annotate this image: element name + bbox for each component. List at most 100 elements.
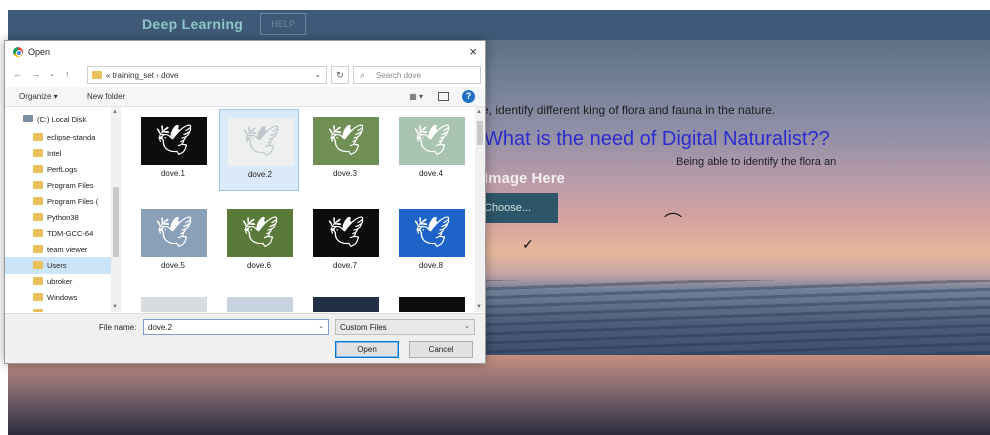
search-placeholder: Search dove	[376, 71, 421, 80]
file-item[interactable]: 🕊 dove.1	[133, 109, 213, 191]
breadcrumb[interactable]: « training_set › dove	[106, 71, 179, 80]
drive-icon	[23, 115, 33, 122]
preview-pane-icon[interactable]	[438, 92, 449, 101]
nav-item-label: sserver	[47, 309, 72, 312]
image-thumbnail	[399, 297, 465, 312]
nav-item-folder[interactable]: Intel	[5, 145, 111, 162]
file-type-select[interactable]: Custom Files ⌄	[335, 319, 475, 335]
refresh-button[interactable]: ↻	[331, 66, 349, 84]
file-list: 🕊 dove.1 🕊 dove.2 🕊 dove.3 🕊 dove.4 🕊 dove.5 🕊 dove…	[127, 107, 475, 312]
image-thumbnail	[313, 297, 379, 312]
file-item[interactable]: 🕊 dove.3	[305, 109, 385, 191]
search-icon: ⌕	[360, 70, 366, 80]
open-file-dialog: Open × ← → ⌄ ↑ « training_set › dove ⌄ ↻…	[4, 40, 486, 364]
open-button[interactable]: Open	[335, 341, 399, 358]
nav-item-folder[interactable]: eclipse-standa	[5, 129, 111, 146]
nav-item-folder[interactable]: TDM-GCC-64	[5, 225, 111, 242]
file-item[interactable]: 🕊 dove.6	[219, 201, 299, 283]
file-scrollbar[interactable]: ▲ ▼	[475, 107, 485, 312]
dialog-title: Open	[28, 47, 51, 57]
nav-item-label: (C:) Local Disk	[37, 115, 87, 124]
dove-icon: 🕊	[241, 125, 281, 158]
nav-item-folder[interactable]: PerfLogs	[5, 161, 111, 178]
file-name: dove.7	[332, 261, 358, 270]
folder-icon	[33, 181, 43, 189]
nav-item-label: Users	[47, 261, 67, 270]
file-name: dove.4	[418, 169, 444, 178]
scroll-up-icon[interactable]: ▲	[112, 109, 118, 115]
organize-menu[interactable]: Organize ▾	[19, 92, 58, 101]
choose-file-button[interactable]: Choose...	[478, 193, 558, 223]
nav-item-folder[interactable]: Windows	[5, 289, 111, 306]
nav-item-label: TDM-GCC-64	[47, 229, 94, 238]
nav-item-folder[interactable]: Program Files (	[5, 193, 111, 210]
folder-icon	[33, 277, 43, 285]
chevron-down-icon[interactable]: ⌄	[318, 322, 324, 330]
close-icon[interactable]: ×	[469, 44, 477, 59]
chrome-icon	[13, 47, 23, 57]
address-bar[interactable]: « training_set › dove ⌄	[87, 66, 327, 84]
scroll-thumb[interactable]	[477, 121, 483, 145]
forward-arrow-icon[interactable]: →	[31, 69, 40, 79]
nav-item-local-disk[interactable]: (C:) Local Disk	[5, 111, 111, 128]
nav-item-folder[interactable]: ubroker	[5, 273, 111, 290]
nav-item-folder[interactable]: sserver	[5, 305, 111, 312]
view-options-icon[interactable]: ▦ ▾	[409, 92, 423, 101]
help-icon[interactable]: ?	[462, 90, 475, 103]
scroll-down-icon[interactable]: ▼	[112, 304, 118, 310]
scroll-thumb[interactable]	[113, 187, 119, 257]
image-thumbnail	[141, 297, 207, 312]
dove-icon: 🕊	[326, 216, 366, 249]
nav-item-folder[interactable]: Python38	[5, 209, 111, 226]
cancel-button[interactable]: Cancel	[409, 341, 473, 358]
nav-item-label: PerfLogs	[47, 165, 78, 174]
address-row: ← → ⌄ ↑ « training_set › dove ⌄ ↻ ⌕ Sear…	[5, 63, 485, 87]
up-arrow-icon[interactable]: ↑	[65, 69, 70, 79]
scroll-down-icon[interactable]: ▼	[476, 304, 482, 310]
file-type-value: Custom Files	[340, 323, 387, 332]
back-arrow-icon[interactable]: ←	[13, 69, 22, 79]
dove-icon: 🕊	[154, 216, 194, 249]
intro-text: Being able to identify the flora an	[676, 156, 837, 168]
bird-icon: ✓	[522, 236, 534, 252]
file-name: dove.5	[160, 261, 186, 270]
nav-item-label: team viewer	[47, 245, 88, 254]
folder-icon	[33, 213, 43, 221]
image-thumbnail: 🕊	[313, 117, 379, 165]
image-thumbnail: 🕊	[399, 117, 465, 165]
chevron-down-icon[interactable]: ⌄	[464, 322, 470, 330]
nav-item-label: Program Files (	[47, 197, 99, 206]
file-item[interactable]: 🕊 dove.8	[391, 201, 471, 283]
nav-item-folder[interactable]: team viewer	[5, 241, 111, 258]
image-thumbnail: 🕊	[313, 209, 379, 257]
command-bar: Organize ▾ New folder ▦ ▾ ?	[5, 87, 485, 107]
brand-title[interactable]: Deep Learning	[142, 16, 243, 32]
new-folder-button[interactable]: New folder	[87, 92, 125, 101]
folder-icon	[33, 309, 43, 312]
folder-icon	[33, 261, 43, 269]
image-thumbnail: 🕊	[141, 209, 207, 257]
dove-icon: 🕊	[240, 216, 280, 249]
file-item[interactable]: 🕊 dove.5	[133, 201, 213, 283]
chevron-down-icon[interactable]: ⌄	[314, 70, 321, 79]
nav-item-label: Python38	[47, 213, 79, 222]
file-item[interactable]: 🕊 dove.2	[219, 109, 299, 191]
recent-chevron-icon[interactable]: ⌄	[49, 70, 55, 78]
file-item[interactable]: 🕊 dove.7	[305, 201, 385, 283]
nav-scrollbar[interactable]: ▲ ▼	[111, 107, 121, 312]
image-thumbnail: 🕊	[227, 209, 293, 257]
file-item[interactable]: 🕊 dove.4	[391, 109, 471, 191]
nav-item-folder[interactable]: Users	[5, 257, 111, 274]
search-input[interactable]: ⌕ Search dove	[353, 66, 481, 84]
folder-icon	[33, 165, 43, 173]
file-name-value: dove.2	[148, 323, 173, 332]
nav-item-folder[interactable]: Program Files	[5, 177, 111, 194]
dove-icon: 🕊	[412, 216, 452, 249]
dove-icon: 🕊	[154, 124, 194, 157]
scroll-up-icon[interactable]: ▲	[476, 109, 482, 115]
folder-icon	[92, 71, 102, 79]
file-name-input[interactable]: dove.2 ⌄	[143, 319, 329, 335]
help-button[interactable]: HELP	[260, 13, 306, 35]
folder-icon	[33, 245, 43, 253]
nav-item-label: ubroker	[47, 277, 73, 286]
